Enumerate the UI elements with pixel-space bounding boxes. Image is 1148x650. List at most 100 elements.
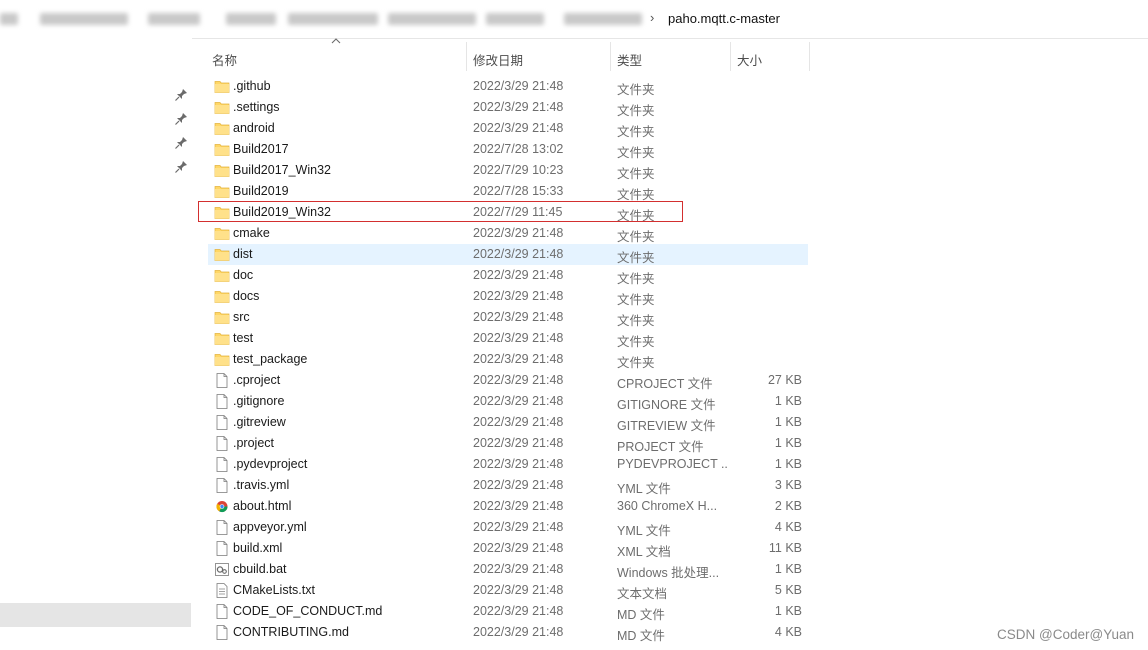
file-size: 1 KB — [774, 604, 802, 618]
file-row[interactable]: about.html 2022/3/29 21:48 360 ChromeX H..… — [208, 496, 808, 517]
file-name: Build2017_Win32 — [233, 163, 331, 177]
file-row[interactable]: docs 2022/3/29 21:48 文件夹 — [208, 286, 808, 307]
file-row[interactable]: .gitreview 2022/3/29 21:48 GITREVIEW 文件 1 K… — [208, 412, 808, 433]
file-modified-date: 2022/3/29 21:48 — [473, 268, 564, 282]
file-row[interactable]: .travis.yml 2022/3/29 21:48 YML 文件 3 KB — [208, 475, 808, 496]
file-type: 文件夹 — [617, 272, 655, 286]
text-file-icon — [214, 583, 230, 598]
file-type: 文件夹 — [617, 146, 655, 160]
file-name: .cproject — [233, 373, 281, 387]
file-name: .settings — [233, 100, 280, 114]
file-type: GITIGNORE 文件 — [617, 398, 716, 412]
file-name: CMakeLists.txt — [233, 583, 315, 597]
file-name: cbuild.bat — [233, 562, 287, 576]
file-modified-date: 2022/3/29 21:48 — [473, 226, 564, 240]
file-name: Build2017 — [233, 142, 289, 156]
file-type: GITREVIEW 文件 — [617, 419, 716, 433]
folder-icon — [214, 352, 230, 367]
file-icon — [214, 604, 230, 619]
file-size: 2 KB — [774, 499, 802, 513]
folder-icon — [214, 310, 230, 325]
annotation-highlight-box — [198, 201, 683, 222]
file-size: 3 KB — [774, 478, 802, 492]
file-list: .github 2022/3/29 21:48 文件夹 .settings 2022/3… — [0, 0, 1148, 650]
file-modified-date: 2022/3/29 21:48 — [473, 415, 564, 429]
file-row[interactable]: test 2022/3/29 21:48 文件夹 — [208, 328, 808, 349]
file-type: 文件夹 — [617, 293, 655, 307]
file-icon — [214, 457, 230, 472]
file-icon — [214, 478, 230, 493]
file-name: .gitignore — [233, 394, 285, 408]
folder-icon — [214, 268, 230, 283]
file-row[interactable]: CMakeLists.txt 2022/3/29 21:48 文本文档 5 KB — [208, 580, 808, 601]
file-modified-date: 2022/3/29 21:48 — [473, 373, 564, 387]
file-name: test — [233, 331, 254, 345]
file-type: 文件夹 — [617, 335, 655, 349]
file-name: .travis.yml — [233, 478, 290, 492]
file-row[interactable]: .pydevproject 2022/3/29 21:48 PYDEVPROJECT… — [208, 454, 808, 475]
file-size: 1 KB — [774, 394, 802, 408]
batch-file-icon — [214, 562, 230, 577]
file-type: MD 文件 — [617, 629, 665, 643]
folder-icon — [214, 289, 230, 304]
file-row[interactable]: CONTRIBUTING.md 2022/3/29 21:48 MD 文件 4 KB — [208, 622, 808, 643]
folder-icon — [214, 79, 230, 94]
file-size: 1 KB — [774, 457, 802, 471]
file-modified-date: 2022/3/29 21:48 — [473, 352, 564, 366]
file-row[interactable]: .cproject 2022/3/29 21:48 CPROJECT 文件 27 KB — [208, 370, 808, 391]
file-row[interactable]: cmake 2022/3/29 21:48 文件夹 — [208, 223, 808, 244]
file-modified-date: 2022/3/29 21:48 — [473, 436, 564, 450]
file-name: android — [233, 121, 275, 135]
file-name: CODE_OF_CONDUCT.md — [233, 604, 383, 618]
file-modified-date: 2022/3/29 21:48 — [473, 79, 564, 93]
file-row[interactable]: Build2017_Win32 2022/7/29 10:23 文件夹 — [208, 160, 808, 181]
file-row[interactable]: android 2022/3/29 21:48 文件夹 — [208, 118, 808, 139]
file-name: .github — [233, 79, 271, 93]
file-type: 文件夹 — [617, 356, 655, 370]
file-modified-date: 2022/3/29 21:48 — [473, 499, 564, 513]
folder-icon — [214, 184, 230, 199]
file-type: XML 文档 — [617, 545, 671, 559]
file-modified-date: 2022/3/29 21:48 — [473, 478, 564, 492]
file-row[interactable]: CODE_OF_CONDUCT.md 2022/3/29 21:48 MD 文件 1 … — [208, 601, 808, 622]
folder-icon — [214, 331, 230, 346]
file-row[interactable]: test_package 2022/3/29 21:48 文件夹 — [208, 349, 808, 370]
file-row[interactable]: dist 2022/3/29 21:48 文件夹 — [208, 244, 808, 265]
file-type: MD 文件 — [617, 608, 665, 622]
file-row[interactable]: .github 2022/3/29 21:48 文件夹 — [208, 76, 808, 97]
file-type: PYDEVPROJECT ... — [617, 457, 729, 471]
file-icon — [214, 415, 230, 430]
file-type: PROJECT 文件 — [617, 440, 704, 454]
file-modified-date: 2022/3/29 21:48 — [473, 562, 564, 576]
file-name: test_package — [233, 352, 308, 366]
file-size: 11 KB — [768, 541, 802, 555]
folder-icon — [214, 121, 230, 136]
file-type: 文件夹 — [617, 167, 655, 181]
file-row[interactable]: src 2022/3/29 21:48 文件夹 — [208, 307, 808, 328]
file-type: YML 文件 — [617, 524, 671, 538]
file-type: CPROJECT 文件 — [617, 377, 713, 391]
file-modified-date: 2022/3/29 21:48 — [473, 289, 564, 303]
file-modified-date: 2022/3/29 21:48 — [473, 100, 564, 114]
file-row[interactable]: .settings 2022/3/29 21:48 文件夹 — [208, 97, 808, 118]
file-modified-date: 2022/3/29 21:48 — [473, 457, 564, 471]
file-name: docs — [233, 289, 260, 303]
file-name: .gitreview — [233, 415, 286, 429]
file-modified-date: 2022/3/29 21:48 — [473, 394, 564, 408]
file-row[interactable]: .project 2022/3/29 21:48 PROJECT 文件 1 KB — [208, 433, 808, 454]
file-row[interactable]: build.xml 2022/3/29 21:48 XML 文档 11 KB — [208, 538, 808, 559]
browser-html-icon — [214, 499, 230, 514]
file-row[interactable]: Build2019 2022/7/28 15:33 文件夹 — [208, 181, 808, 202]
file-type: 360 ChromeX H... — [617, 499, 718, 513]
file-size: 4 KB — [774, 520, 802, 534]
file-row[interactable]: doc 2022/3/29 21:48 文件夹 — [208, 265, 808, 286]
file-icon — [214, 436, 230, 451]
file-row[interactable]: appveyor.yml 2022/3/29 21:48 YML 文件 4 KB — [208, 517, 808, 538]
file-icon — [214, 625, 230, 640]
file-row[interactable]: Build2017 2022/7/28 13:02 文件夹 — [208, 139, 808, 160]
file-size: 1 KB — [774, 562, 802, 576]
file-row[interactable]: .gitignore 2022/3/29 21:48 GITIGNORE 文件 1 K… — [208, 391, 808, 412]
file-row[interactable]: cbuild.bat 2022/3/29 21:48 Windows 批处理... 1… — [208, 559, 808, 580]
file-type: 文件夹 — [617, 251, 655, 265]
file-name: doc — [233, 268, 254, 282]
